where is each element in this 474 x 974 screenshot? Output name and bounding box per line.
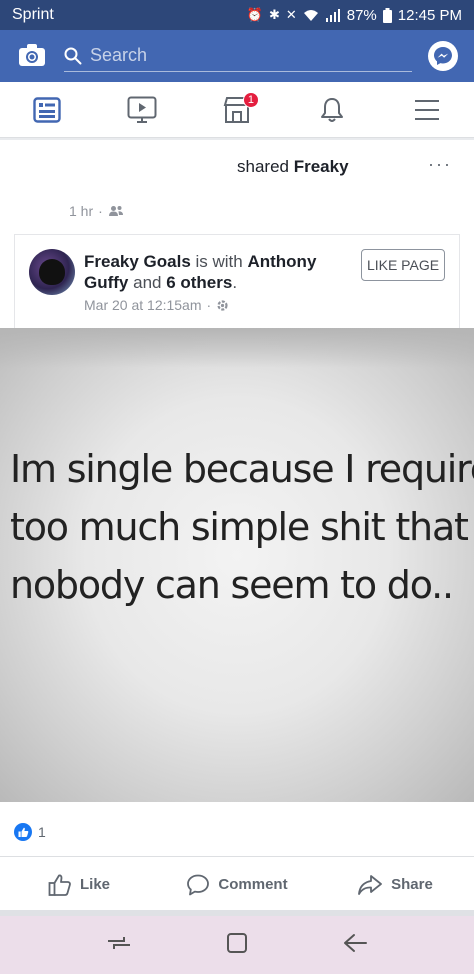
tab-notifications[interactable] [284, 82, 379, 138]
battery-icon [382, 7, 392, 23]
and-text: and [128, 273, 167, 292]
mute-icon: ✕ [285, 7, 297, 22]
post-date: Mar 20 at 12:15am · [84, 297, 229, 313]
recent-apps-button[interactable] [106, 932, 132, 959]
comment-button[interactable]: Comment [158, 857, 316, 912]
status-icons: ⏰ ✱ ✕ 87% 12:45 PM [247, 7, 462, 24]
signal-icon [325, 9, 340, 22]
home-button[interactable] [225, 931, 249, 960]
reaction-count: 1 [38, 824, 46, 840]
like-page-button[interactable]: LIKE PAGE [361, 249, 445, 281]
shared-prefix: shared [237, 157, 294, 176]
notification-badge: 1 [242, 91, 259, 108]
post-time-text[interactable]: 1 hr [69, 203, 93, 219]
tab-marketplace[interactable]: 1 [190, 82, 285, 138]
system-nav-bar [0, 916, 474, 974]
wifi-icon [303, 10, 318, 21]
dot-separator: · [98, 203, 103, 219]
friends-privacy-icon [108, 206, 123, 216]
search-input[interactable] [90, 45, 390, 66]
tab-watch[interactable] [95, 82, 190, 138]
public-globe-icon [217, 299, 228, 311]
page-line: Freaky Goals is with Anthony Guffy and 6… [84, 251, 354, 293]
quote-text: Im single because I require too much sim… [10, 440, 474, 614]
reactions-summary[interactable]: 1 [14, 823, 46, 841]
comment-label: Comment [218, 876, 288, 893]
page-avatar[interactable] [29, 249, 75, 295]
dot-separator: · [206, 297, 212, 313]
post-date-text[interactable]: Mar 20 at 12:15am [84, 297, 202, 313]
image-shade [0, 328, 474, 368]
carrier-name: Sprint [12, 6, 54, 23]
quote-line: Im single because I require [10, 447, 474, 491]
video-icon [127, 96, 157, 123]
others-link[interactable]: 6 others [166, 273, 232, 292]
messenger-button[interactable] [428, 41, 458, 71]
clock: 12:45 PM [397, 6, 462, 24]
page-name-link[interactable]: Freaky Goals [84, 252, 191, 271]
messenger-icon [434, 47, 452, 65]
post-actions: Like Comment Share [0, 856, 474, 912]
hamburger-icon [414, 99, 439, 120]
more-options-button[interactable]: ··· [428, 154, 452, 175]
top-bar [0, 30, 474, 82]
recent-apps-icon [108, 936, 131, 949]
like-button[interactable]: Like [0, 857, 158, 912]
tab-bar: 1 [0, 82, 474, 138]
quote-line: nobody can seem to do.. [10, 563, 454, 607]
news-feed-icon [33, 96, 62, 123]
shared-line: shared Freaky [237, 157, 349, 177]
search-bar[interactable] [64, 40, 412, 72]
camera-icon [19, 44, 45, 66]
post-image[interactable]: Im single because I require too much sim… [0, 328, 474, 802]
status-bar: Sprint ⏰ ✱ ✕ 87% 12:45 PM [0, 0, 474, 30]
bluetooth-icon: ✱ [268, 7, 280, 22]
bell-icon [320, 97, 343, 122]
like-reaction-icon [14, 823, 32, 841]
back-arrow-icon [343, 933, 367, 952]
thumbs-up-icon [48, 874, 71, 896]
camera-button[interactable] [18, 43, 46, 72]
post-time: 1 hr · [69, 203, 124, 219]
feed-post: shared Freaky ··· 1 hr · Freaky Goals is… [0, 140, 474, 910]
like-label: Like [79, 876, 110, 893]
share-arrow-icon [358, 874, 383, 895]
period: . [232, 273, 238, 292]
cat-silhouette [39, 259, 65, 285]
comment-icon [187, 874, 210, 895]
alarm-icon: ⏰ [246, 7, 263, 22]
back-button[interactable] [342, 932, 368, 959]
with-text: is with [190, 252, 248, 271]
home-square-icon [226, 932, 247, 953]
tab-news-feed[interactable] [0, 82, 95, 138]
shared-page-link[interactable]: Freaky [294, 157, 349, 176]
quote-line: too much simple shit that [10, 505, 469, 549]
share-label: Share [391, 876, 433, 893]
tab-menu[interactable] [379, 82, 474, 138]
shared-post-card: Freaky Goals is with Anthony Guffy and 6… [14, 234, 460, 334]
battery-percent: 87% [346, 6, 377, 24]
share-button[interactable]: Share [316, 857, 474, 912]
search-icon [64, 47, 82, 64]
